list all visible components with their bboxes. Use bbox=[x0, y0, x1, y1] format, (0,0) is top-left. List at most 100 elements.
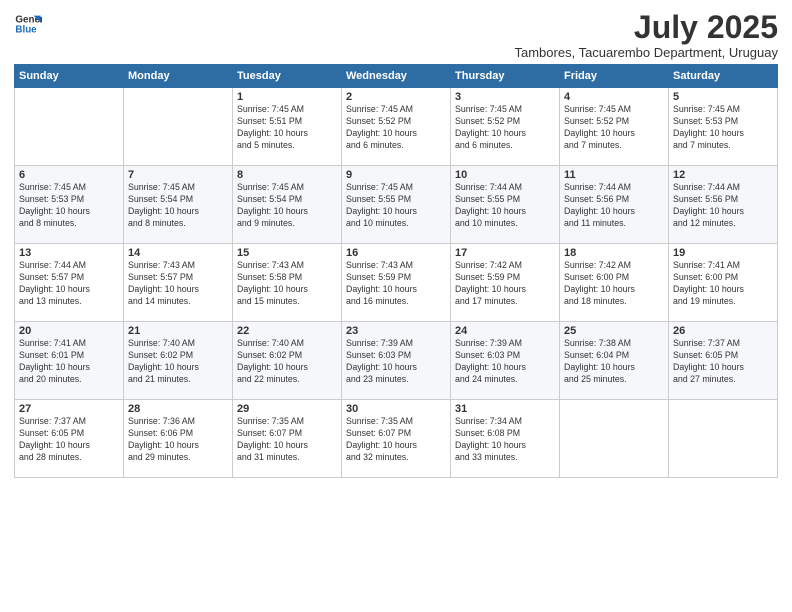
table-row: 21Sunrise: 7:40 AM Sunset: 6:02 PM Dayli… bbox=[124, 322, 233, 400]
day-number: 25 bbox=[564, 325, 664, 337]
day-number: 2 bbox=[346, 91, 446, 103]
day-number: 16 bbox=[346, 247, 446, 259]
col-saturday: Saturday bbox=[669, 65, 778, 88]
day-number: 29 bbox=[237, 403, 337, 415]
table-row: 5Sunrise: 7:45 AM Sunset: 5:53 PM Daylig… bbox=[669, 88, 778, 166]
day-number: 12 bbox=[673, 169, 773, 181]
day-number: 10 bbox=[455, 169, 555, 181]
table-row: 9Sunrise: 7:45 AM Sunset: 5:55 PM Daylig… bbox=[342, 166, 451, 244]
day-number: 23 bbox=[346, 325, 446, 337]
day-content: Sunrise: 7:39 AM Sunset: 6:03 PM Dayligh… bbox=[346, 338, 446, 386]
day-number: 30 bbox=[346, 403, 446, 415]
table-row: 6Sunrise: 7:45 AM Sunset: 5:53 PM Daylig… bbox=[15, 166, 124, 244]
table-row: 31Sunrise: 7:34 AM Sunset: 6:08 PM Dayli… bbox=[451, 400, 560, 478]
table-row bbox=[15, 88, 124, 166]
col-friday: Friday bbox=[560, 65, 669, 88]
calendar-week-2: 6Sunrise: 7:45 AM Sunset: 5:53 PM Daylig… bbox=[15, 166, 778, 244]
table-row: 22Sunrise: 7:40 AM Sunset: 6:02 PM Dayli… bbox=[233, 322, 342, 400]
page: General Blue July 2025 Tambores, Tacuare… bbox=[0, 0, 792, 612]
table-row: 1Sunrise: 7:45 AM Sunset: 5:51 PM Daylig… bbox=[233, 88, 342, 166]
day-number: 24 bbox=[455, 325, 555, 337]
day-number: 18 bbox=[564, 247, 664, 259]
calendar: Sunday Monday Tuesday Wednesday Thursday… bbox=[14, 64, 778, 478]
day-content: Sunrise: 7:42 AM Sunset: 5:59 PM Dayligh… bbox=[455, 260, 555, 308]
day-number: 1 bbox=[237, 91, 337, 103]
day-content: Sunrise: 7:37 AM Sunset: 6:05 PM Dayligh… bbox=[673, 338, 773, 386]
day-number: 26 bbox=[673, 325, 773, 337]
table-row: 13Sunrise: 7:44 AM Sunset: 5:57 PM Dayli… bbox=[15, 244, 124, 322]
day-number: 5 bbox=[673, 91, 773, 103]
table-row: 20Sunrise: 7:41 AM Sunset: 6:01 PM Dayli… bbox=[15, 322, 124, 400]
calendar-week-5: 27Sunrise: 7:37 AM Sunset: 6:05 PM Dayli… bbox=[15, 400, 778, 478]
day-number: 27 bbox=[19, 403, 119, 415]
day-content: Sunrise: 7:36 AM Sunset: 6:06 PM Dayligh… bbox=[128, 416, 228, 464]
day-content: Sunrise: 7:41 AM Sunset: 6:01 PM Dayligh… bbox=[19, 338, 119, 386]
table-row: 30Sunrise: 7:35 AM Sunset: 6:07 PM Dayli… bbox=[342, 400, 451, 478]
day-number: 20 bbox=[19, 325, 119, 337]
table-row: 28Sunrise: 7:36 AM Sunset: 6:06 PM Dayli… bbox=[124, 400, 233, 478]
day-content: Sunrise: 7:40 AM Sunset: 6:02 PM Dayligh… bbox=[128, 338, 228, 386]
col-sunday: Sunday bbox=[15, 65, 124, 88]
day-number: 8 bbox=[237, 169, 337, 181]
table-row: 3Sunrise: 7:45 AM Sunset: 5:52 PM Daylig… bbox=[451, 88, 560, 166]
day-number: 31 bbox=[455, 403, 555, 415]
day-content: Sunrise: 7:35 AM Sunset: 6:07 PM Dayligh… bbox=[237, 416, 337, 464]
day-content: Sunrise: 7:43 AM Sunset: 5:58 PM Dayligh… bbox=[237, 260, 337, 308]
day-content: Sunrise: 7:45 AM Sunset: 5:55 PM Dayligh… bbox=[346, 182, 446, 230]
table-row: 24Sunrise: 7:39 AM Sunset: 6:03 PM Dayli… bbox=[451, 322, 560, 400]
calendar-week-3: 13Sunrise: 7:44 AM Sunset: 5:57 PM Dayli… bbox=[15, 244, 778, 322]
day-content: Sunrise: 7:45 AM Sunset: 5:53 PM Dayligh… bbox=[673, 104, 773, 152]
table-row: 17Sunrise: 7:42 AM Sunset: 5:59 PM Dayli… bbox=[451, 244, 560, 322]
day-content: Sunrise: 7:35 AM Sunset: 6:07 PM Dayligh… bbox=[346, 416, 446, 464]
location-subtitle: Tambores, Tacuarembo Department, Uruguay bbox=[515, 45, 779, 60]
day-content: Sunrise: 7:45 AM Sunset: 5:53 PM Dayligh… bbox=[19, 182, 119, 230]
table-row: 10Sunrise: 7:44 AM Sunset: 5:55 PM Dayli… bbox=[451, 166, 560, 244]
day-content: Sunrise: 7:41 AM Sunset: 6:00 PM Dayligh… bbox=[673, 260, 773, 308]
day-content: Sunrise: 7:45 AM Sunset: 5:51 PM Dayligh… bbox=[237, 104, 337, 152]
calendar-week-4: 20Sunrise: 7:41 AM Sunset: 6:01 PM Dayli… bbox=[15, 322, 778, 400]
table-row bbox=[124, 88, 233, 166]
day-content: Sunrise: 7:42 AM Sunset: 6:00 PM Dayligh… bbox=[564, 260, 664, 308]
day-content: Sunrise: 7:37 AM Sunset: 6:05 PM Dayligh… bbox=[19, 416, 119, 464]
table-row bbox=[560, 400, 669, 478]
table-row: 23Sunrise: 7:39 AM Sunset: 6:03 PM Dayli… bbox=[342, 322, 451, 400]
table-row: 8Sunrise: 7:45 AM Sunset: 5:54 PM Daylig… bbox=[233, 166, 342, 244]
day-number: 21 bbox=[128, 325, 228, 337]
table-row: 15Sunrise: 7:43 AM Sunset: 5:58 PM Dayli… bbox=[233, 244, 342, 322]
table-row: 4Sunrise: 7:45 AM Sunset: 5:52 PM Daylig… bbox=[560, 88, 669, 166]
table-row: 2Sunrise: 7:45 AM Sunset: 5:52 PM Daylig… bbox=[342, 88, 451, 166]
table-row: 14Sunrise: 7:43 AM Sunset: 5:57 PM Dayli… bbox=[124, 244, 233, 322]
day-number: 13 bbox=[19, 247, 119, 259]
col-monday: Monday bbox=[124, 65, 233, 88]
table-row: 11Sunrise: 7:44 AM Sunset: 5:56 PM Dayli… bbox=[560, 166, 669, 244]
day-content: Sunrise: 7:45 AM Sunset: 5:54 PM Dayligh… bbox=[237, 182, 337, 230]
day-number: 6 bbox=[19, 169, 119, 181]
day-content: Sunrise: 7:45 AM Sunset: 5:54 PM Dayligh… bbox=[128, 182, 228, 230]
day-number: 3 bbox=[455, 91, 555, 103]
col-tuesday: Tuesday bbox=[233, 65, 342, 88]
day-number: 19 bbox=[673, 247, 773, 259]
day-content: Sunrise: 7:44 AM Sunset: 5:56 PM Dayligh… bbox=[673, 182, 773, 230]
day-content: Sunrise: 7:45 AM Sunset: 5:52 PM Dayligh… bbox=[455, 104, 555, 152]
table-row: 16Sunrise: 7:43 AM Sunset: 5:59 PM Dayli… bbox=[342, 244, 451, 322]
col-thursday: Thursday bbox=[451, 65, 560, 88]
day-content: Sunrise: 7:44 AM Sunset: 5:57 PM Dayligh… bbox=[19, 260, 119, 308]
table-row: 7Sunrise: 7:45 AM Sunset: 5:54 PM Daylig… bbox=[124, 166, 233, 244]
day-number: 11 bbox=[564, 169, 664, 181]
day-number: 9 bbox=[346, 169, 446, 181]
table-row: 12Sunrise: 7:44 AM Sunset: 5:56 PM Dayli… bbox=[669, 166, 778, 244]
title-section: July 2025 Tambores, Tacuarembo Departmen… bbox=[515, 10, 779, 60]
table-row: 29Sunrise: 7:35 AM Sunset: 6:07 PM Dayli… bbox=[233, 400, 342, 478]
calendar-week-1: 1Sunrise: 7:45 AM Sunset: 5:51 PM Daylig… bbox=[15, 88, 778, 166]
day-number: 7 bbox=[128, 169, 228, 181]
day-content: Sunrise: 7:45 AM Sunset: 5:52 PM Dayligh… bbox=[564, 104, 664, 152]
day-content: Sunrise: 7:39 AM Sunset: 6:03 PM Dayligh… bbox=[455, 338, 555, 386]
col-wednesday: Wednesday bbox=[342, 65, 451, 88]
day-content: Sunrise: 7:38 AM Sunset: 6:04 PM Dayligh… bbox=[564, 338, 664, 386]
day-number: 17 bbox=[455, 247, 555, 259]
logo-icon: General Blue bbox=[14, 10, 42, 38]
day-content: Sunrise: 7:44 AM Sunset: 5:55 PM Dayligh… bbox=[455, 182, 555, 230]
month-title: July 2025 bbox=[515, 10, 779, 45]
day-content: Sunrise: 7:45 AM Sunset: 5:52 PM Dayligh… bbox=[346, 104, 446, 152]
day-content: Sunrise: 7:43 AM Sunset: 5:59 PM Dayligh… bbox=[346, 260, 446, 308]
